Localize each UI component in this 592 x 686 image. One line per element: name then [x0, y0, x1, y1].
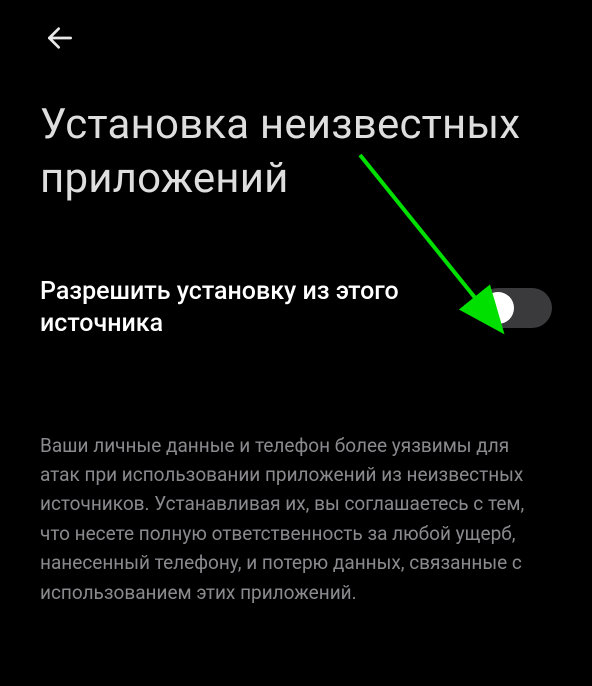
allow-install-toggle[interactable]: [478, 288, 552, 328]
setting-label: Разрешить установку из этого источника: [40, 276, 458, 341]
back-button[interactable]: [40, 18, 80, 58]
header: [0, 0, 592, 68]
arrow-left-icon: [44, 22, 76, 54]
toggle-knob: [482, 292, 514, 324]
page-title: Установка неизвестных приложений: [0, 68, 592, 226]
warning-description: Ваши личные данные и телефон более уязви…: [0, 361, 592, 628]
setting-row: Разрешить установку из этого источника: [0, 226, 592, 361]
